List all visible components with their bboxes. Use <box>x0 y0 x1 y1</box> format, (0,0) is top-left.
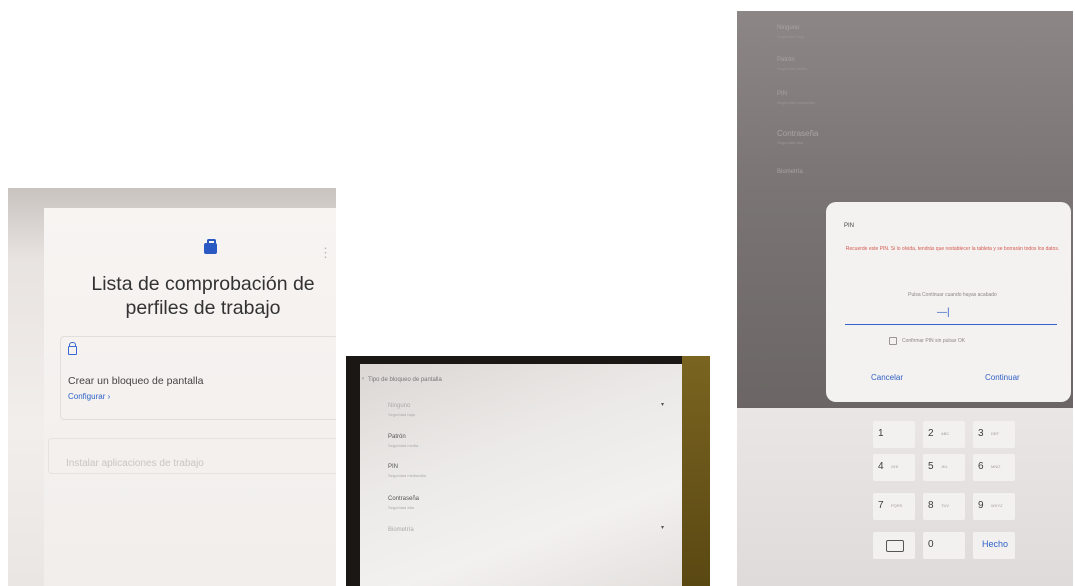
lock-option-none[interactable]: Ninguno <box>388 403 410 409</box>
numeric-keypad: 1 2 ABC 3 DEF 4 GHI 5 JKL 6 MNO 7 PQRS 8 TUV 9 W… <box>737 408 1073 586</box>
key-digit: 9 <box>978 500 984 511</box>
key-letters: GHI <box>891 464 899 469</box>
key-letters: WXYZ <box>991 503 1003 508</box>
key-digit: 2 <box>928 428 934 439</box>
bg-option-password: Contraseña <box>777 129 819 138</box>
key-digit: 3 <box>978 428 984 439</box>
bg-option-pin-sub: Seguridad media/alta <box>777 100 815 105</box>
briefcase-icon <box>204 239 217 254</box>
cancel-button[interactable]: Cancelar <box>871 373 903 382</box>
create-lock-label: Crear un bloqueo de pantalla <box>68 375 204 387</box>
photo-screen-lock-type: ‹ Tipo de bloqueo de pantalla Ninguno Se… <box>346 356 710 586</box>
lock-icon <box>68 342 77 355</box>
key-letters: DEF <box>991 431 999 436</box>
key-7[interactable]: 7 PQRS <box>873 493 915 520</box>
confirm-without-ok-checkbox[interactable] <box>889 337 897 345</box>
backspace-key[interactable] <box>873 532 915 559</box>
lock-option-password-sub: Seguridad alta <box>388 505 414 510</box>
pin-dialog-title: PIN <box>844 223 855 229</box>
more-options-icon[interactable]: ⋮ <box>319 246 332 259</box>
bg-option-pin: PIN <box>777 91 788 97</box>
key-3[interactable]: 3 DEF <box>973 421 1015 448</box>
key-6[interactable]: 6 MNO <box>973 454 1015 481</box>
chevron-down-icon: ▾ <box>661 402 665 408</box>
key-0[interactable]: 0 <box>923 532 965 559</box>
bg-option-pattern: Patrón <box>777 57 795 63</box>
lock-option-none-sub: Seguridad baja <box>388 412 415 417</box>
key-4[interactable]: 4 GHI <box>873 454 915 481</box>
key-9[interactable]: 9 WXYZ <box>973 493 1015 520</box>
lock-option-biometrics[interactable]: Biometría <box>388 527 414 533</box>
key-letters: TUV <box>941 503 949 508</box>
key-letters: PQRS <box>891 503 903 508</box>
key-letters: JKL <box>941 464 948 469</box>
chevron-down-icon: ▾ <box>661 525 665 531</box>
pin-warning-text: Recuerde este PIN. Si lo olvida, tendrás… <box>845 246 1060 252</box>
key-letters: MNO <box>991 464 1001 469</box>
pin-hint-text: Pulsa Continuar cuando hayas acabado <box>908 292 997 298</box>
pin-dialog <box>826 202 1071 402</box>
continue-button[interactable]: Continuar <box>985 373 1020 382</box>
key-8[interactable]: 8 TUV <box>923 493 965 520</box>
key-digit: 7 <box>878 500 884 511</box>
bg-option-biometrics: Biometría <box>777 169 803 175</box>
install-apps-label: Instalar aplicaciones de trabajo <box>66 458 204 469</box>
bg-option-pattern-sub: Seguridad media <box>777 66 808 71</box>
key-digit: 8 <box>928 500 934 511</box>
confirm-without-ok-label: Confirmar PIN sin pulsar OK <box>902 338 966 344</box>
done-key[interactable]: Hecho <box>973 532 1015 559</box>
lock-option-pin[interactable]: PIN <box>388 464 398 470</box>
key-letters: ABC <box>941 431 950 436</box>
done-label: Hecho <box>982 539 1009 549</box>
lock-option-password[interactable]: Contraseña <box>388 496 419 502</box>
bg-option-none-sub: Seguridad baja <box>777 34 804 39</box>
background-object <box>682 356 710 586</box>
pin-input-underline <box>845 324 1057 325</box>
lock-option-pin-sub: Seguridad media/alta <box>388 473 426 478</box>
backspace-icon <box>886 540 904 552</box>
checklist-title: Lista de comprobación de perfiles de tra… <box>91 273 315 319</box>
key-digit: 5 <box>928 461 934 472</box>
key-digit: 1 <box>878 428 884 439</box>
back-arrow-icon[interactable]: ‹ <box>362 376 364 382</box>
bg-option-password-sub: Seguridad alta <box>777 140 803 145</box>
key-digit: 4 <box>878 461 884 472</box>
configure-link[interactable]: Configurar › <box>68 392 110 401</box>
key-digit: 6 <box>978 461 984 472</box>
lock-option-pattern[interactable]: Patrón <box>388 434 406 440</box>
key-5[interactable]: 5 JKL <box>923 454 965 481</box>
pin-input[interactable]: —| <box>937 307 950 318</box>
bg-option-none: Ninguno <box>777 25 800 31</box>
photo-work-profile-checklist: ⋮ Lista de comprobación de perfiles de t… <box>8 188 336 586</box>
key-digit: 0 <box>928 539 934 550</box>
screen-lock-header: Tipo de bloqueo de pantalla <box>368 377 442 383</box>
key-2[interactable]: 2 ABC <box>923 421 965 448</box>
lock-option-pattern-sub: Seguridad media <box>388 443 419 448</box>
photo-pin-dialog: Ninguno Seguridad baja Patrón Seguridad … <box>737 11 1073 586</box>
key-1[interactable]: 1 <box>873 421 915 448</box>
